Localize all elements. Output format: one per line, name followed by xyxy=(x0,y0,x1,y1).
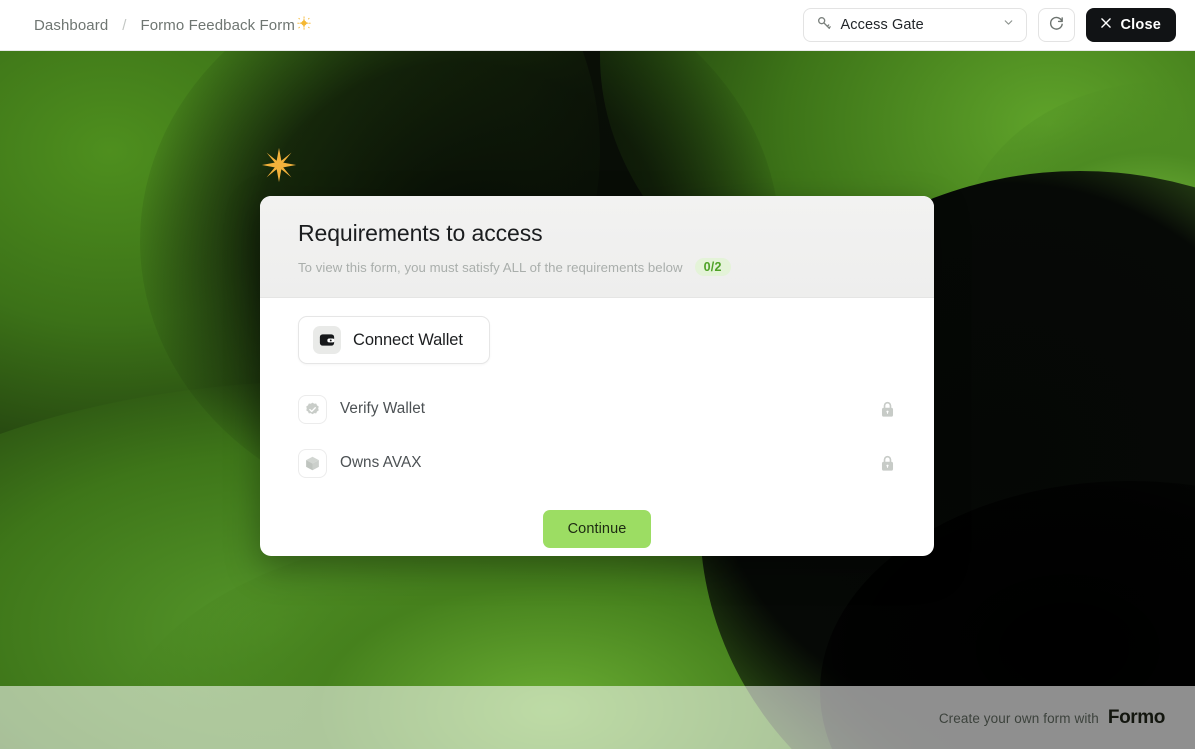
breadcrumb: Dashboard / Formo Feedback Form xyxy=(34,16,312,34)
form-background-stage: Requirements to access To view this form… xyxy=(0,51,1195,749)
key-icon xyxy=(816,15,832,36)
requirements-modal-header: Requirements to access To view this form… xyxy=(260,196,934,298)
breadcrumb-dashboard-link[interactable]: Dashboard xyxy=(34,17,108,34)
close-button[interactable]: Close xyxy=(1085,8,1176,42)
footer-text: Create your own form with xyxy=(938,710,1099,726)
refresh-icon xyxy=(1048,14,1065,36)
status-badge: 0/2 xyxy=(694,258,731,276)
breadcrumb-current-item[interactable]: Formo Feedback Form xyxy=(140,16,311,34)
top-bar: Dashboard / Formo Feedback Form Access G… xyxy=(0,0,1195,51)
sparkle-icon xyxy=(296,16,312,34)
breadcrumb-separator: / xyxy=(122,16,127,34)
formo-logo: Formo xyxy=(1107,706,1166,728)
continue-button[interactable]: Continue xyxy=(542,510,652,548)
access-gate-select-value: Access Gate xyxy=(840,17,924,33)
connect-wallet-button[interactable]: Connect Wallet xyxy=(298,316,490,364)
eight-point-star-icon xyxy=(261,147,297,183)
wallet-icon xyxy=(313,326,341,354)
requirement-row[interactable]: Owns AVAX xyxy=(298,442,896,484)
access-gate-select[interactable]: Access Gate xyxy=(802,8,1027,42)
refresh-button[interactable] xyxy=(1037,8,1075,42)
access-gate-screen: Dashboard / Formo Feedback Form Access G… xyxy=(0,0,1195,749)
requirements-subtitle: To view this form, you must satisfy ALL … xyxy=(298,259,683,275)
requirements-modal: Requirements to access To view this form… xyxy=(260,196,934,556)
cube-icon xyxy=(298,448,327,478)
requirement-row[interactable]: Verify Wallet xyxy=(298,388,896,430)
close-x-icon xyxy=(1099,16,1113,34)
continue-button-wrapper: Continue xyxy=(298,510,896,548)
requirements-modal-body: Connect Wallet Verify Wallet Owns AVAX C… xyxy=(260,298,934,548)
chevron-down-icon xyxy=(1002,16,1015,34)
lock-icon xyxy=(879,400,896,419)
requirement-label: Owns AVAX xyxy=(340,454,422,471)
requirements-subtitle-row: To view this form, you must satisfy ALL … xyxy=(298,258,896,276)
lock-icon xyxy=(879,454,896,473)
top-bar-actions: Access Gate Close xyxy=(802,8,1176,42)
requirement-label: Verify Wallet xyxy=(340,400,426,417)
footer-branding[interactable]: Create your own form with Formo xyxy=(938,706,1166,729)
close-button-label: Close xyxy=(1120,17,1161,33)
breadcrumb-current-label: Formo Feedback Form xyxy=(140,16,295,34)
badge-check-icon xyxy=(298,394,327,424)
footer-bar: Create your own form with Formo xyxy=(0,686,1195,749)
page-title: Requirements to access xyxy=(298,220,543,246)
connect-wallet-button-label: Connect Wallet xyxy=(353,330,463,349)
